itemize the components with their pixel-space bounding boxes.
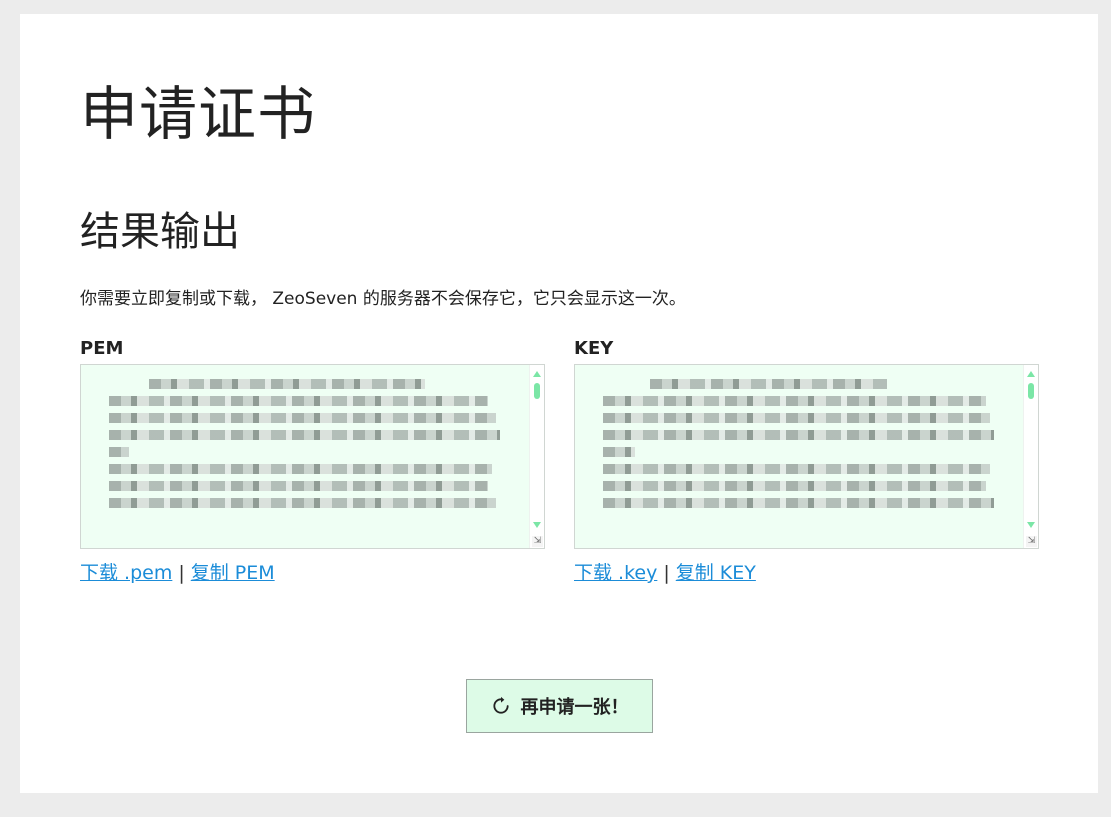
download-key-link[interactable]: 下载 .key	[574, 562, 657, 584]
download-pem-link[interactable]: 下载 .pem	[80, 562, 172, 584]
key-label: KEY	[574, 338, 614, 359]
link-separator: |	[663, 562, 670, 584]
refresh-icon	[492, 696, 509, 714]
pem-field: PEM ⇲ 下载 .pem | 复制 PEM	[80, 336, 545, 587]
pem-content-blurred	[109, 379, 504, 515]
scroll-down-arrow-icon[interactable]	[1027, 522, 1035, 528]
pem-label: PEM	[80, 338, 124, 359]
key-content-blurred	[603, 379, 998, 515]
key-scroll-thumb[interactable]	[1028, 383, 1034, 399]
key-links: 下载 .key | 复制 KEY	[574, 559, 1039, 587]
apply-again-button[interactable]: 再申请一张！	[466, 679, 653, 733]
section-title: 结果输出	[80, 209, 240, 255]
pem-textarea[interactable]: ⇲	[80, 364, 545, 549]
key-scrollbar[interactable]	[1023, 365, 1038, 548]
pem-links: 下载 .pem | 复制 PEM	[80, 559, 545, 587]
key-field: KEY ⇲ 下载 .key | 复制 KEY	[574, 336, 1039, 587]
resize-handle-icon[interactable]: ⇲	[1026, 536, 1037, 547]
key-textarea[interactable]: ⇲	[574, 364, 1039, 549]
pem-scrollbar[interactable]	[529, 365, 544, 548]
resize-handle-icon[interactable]: ⇲	[532, 536, 543, 547]
scroll-down-arrow-icon[interactable]	[533, 522, 541, 528]
page-title: 申请证书	[80, 80, 317, 148]
save-warning-notice: 你需要立即复制或下载， ZeoSeven 的服务器不会保存它，它只会显示这一次。	[80, 289, 686, 309]
copy-pem-link[interactable]: 复制 PEM	[191, 562, 275, 584]
scroll-up-arrow-icon[interactable]	[533, 371, 541, 377]
pem-scroll-thumb[interactable]	[534, 383, 540, 399]
apply-again-label: 再申请一张！	[520, 697, 629, 718]
copy-key-link[interactable]: 复制 KEY	[676, 562, 756, 584]
result-card: 申请证书 结果输出 你需要立即复制或下载， ZeoSeven 的服务器不会保存它…	[20, 14, 1098, 793]
link-separator: |	[178, 562, 185, 584]
scroll-up-arrow-icon[interactable]	[1027, 371, 1035, 377]
